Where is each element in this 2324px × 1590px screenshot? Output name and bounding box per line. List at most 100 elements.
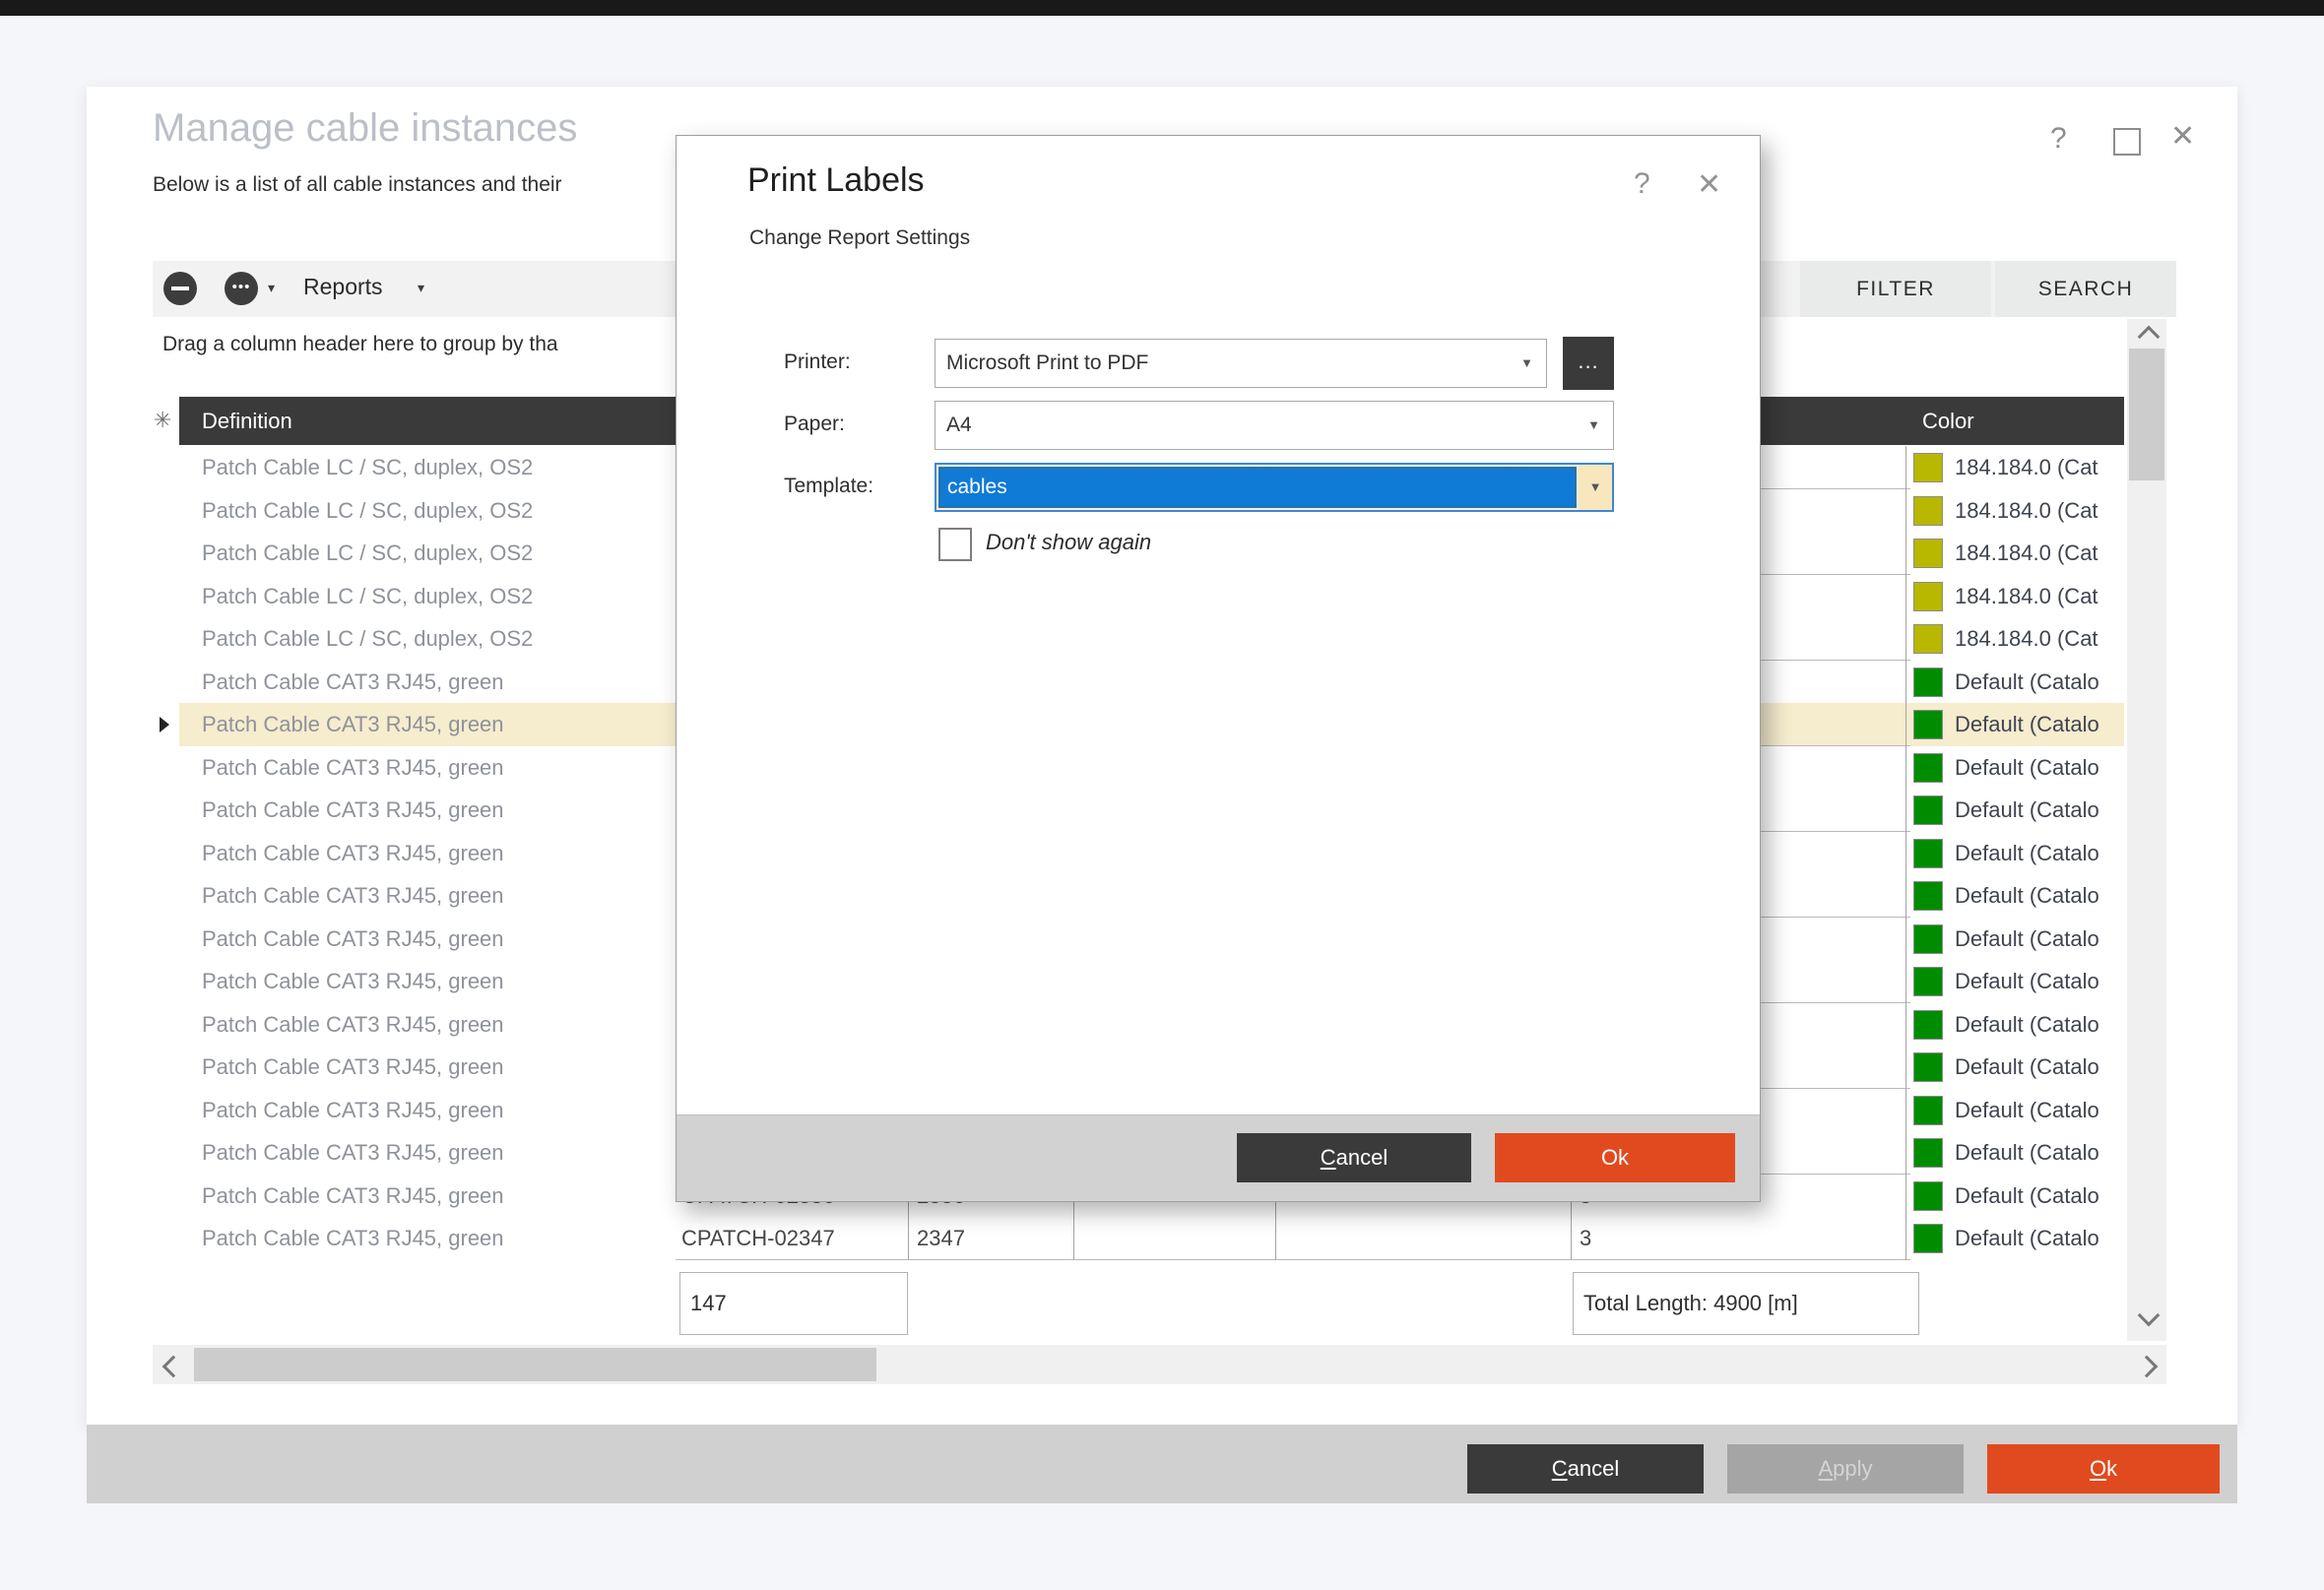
vertical-scroll-thumb[interactable] [2129,349,2164,480]
group-by-hint: Drag a column header here to group by th… [162,333,558,356]
grid-line [1905,446,1906,1260]
page-title: Manage cable instances [153,106,577,151]
color-cell: Default (Catalo [1955,703,2124,746]
definition-cell: Patch Cable CAT3 RJ45, green [202,1003,504,1047]
table-row[interactable]: Patch Cable CAT3 RJ45, green CPATCH-02347… [179,1217,2124,1260]
color-cell: Default (Catalo [1955,832,2124,875]
definition-column-header[interactable]: Definition [202,397,292,445]
color-swatch [1913,1010,1943,1040]
color-cell: 184.184.0 (Cat [1955,575,2124,618]
definition-cell: Patch Cable LC / SC, duplex, OS2 [202,446,533,489]
color-cell: Default (Catalo [1955,1131,2124,1175]
record-count-box: 147 [679,1272,908,1335]
template-value: cables [947,467,1007,508]
definition-cell: Patch Cable CAT3 RJ45, green [202,1089,504,1132]
dialog-ok-button[interactable]: Ok [1495,1133,1735,1182]
dont-show-again-label: Don't show again [986,530,1151,555]
chevron-down-icon[interactable]: ▼ [1579,465,1612,510]
definition-cell: Patch Cable CAT3 RJ45, green [202,661,504,704]
color-cell: 184.184.0 (Cat [1955,617,2124,661]
length-cell: 3 [1580,1217,1591,1260]
color-swatch [1913,496,1943,526]
selected-row-indicator-icon [160,717,169,732]
color-cell: Default (Catalo [1955,661,2124,704]
window-maximize-icon[interactable] [2113,128,2141,156]
color-swatch [1913,1224,1943,1253]
color-cell: Default (Catalo [1955,789,2124,832]
chevron-down-icon[interactable]: ▼ [1520,340,1533,387]
number-cell: 2347 [917,1217,965,1260]
horizontal-scroll-thumb[interactable] [194,1348,876,1381]
minus-icon [171,286,189,290]
color-cell: Default (Catalo [1955,874,2124,918]
template-label: Template: [784,475,873,498]
definition-cell: Patch Cable CAT3 RJ45, green [202,1217,504,1260]
ok-button[interactable]: Ok [1987,1444,2220,1494]
printer-label: Printer: [784,350,851,374]
definition-cell: Patch Cable LC / SC, duplex, OS2 [202,532,533,575]
color-cell: Default (Catalo [1955,1175,2124,1218]
remove-button[interactable] [163,272,197,305]
color-column-header[interactable]: Color [1922,397,1974,445]
screen: Manage cable instances Below is a list o… [0,0,2324,1590]
template-select[interactable]: cables ▼ [935,463,1614,512]
reports-menu[interactable]: Reports [303,274,383,300]
definition-cell: Patch Cable CAT3 RJ45, green [202,703,504,746]
window-close-icon[interactable]: ✕ [2170,122,2195,152]
definition-cell: Patch Cable LC / SC, duplex, OS2 [202,489,533,533]
definition-cell: Patch Cable LC / SC, duplex, OS2 [202,575,533,618]
printer-value: Microsoft Print to PDF [946,340,1148,387]
dialog-subtitle: Change Report Settings [749,226,970,250]
template-selection: cables [938,467,1577,508]
window-help-icon[interactable]: ? [2050,124,2067,154]
color-cell: Default (Catalo [1955,746,2124,790]
definition-cell: Patch Cable CAT3 RJ45, green [202,1175,504,1218]
ellipsis-icon: ••• [225,272,258,305]
color-swatch [1913,710,1943,739]
filter-button[interactable]: FILTER [1800,261,1991,317]
color-cell: 184.184.0 (Cat [1955,446,2124,489]
paper-value: A4 [946,402,972,449]
color-cell: 184.184.0 (Cat [1955,489,2124,533]
color-swatch [1913,1138,1943,1168]
apply-button[interactable]: Apply [1727,1444,1964,1494]
definition-cell: Patch Cable CAT3 RJ45, green [202,918,504,961]
dont-show-again-checkbox[interactable] [938,528,972,561]
definition-cell: Patch Cable CAT3 RJ45, green [202,746,504,790]
dialog-cancel-button[interactable]: Cancel [1237,1133,1471,1182]
definition-cell: Patch Cable CAT3 RJ45, green [202,1046,504,1089]
name-cell: CPATCH-02347 [681,1217,835,1260]
total-length-box: Total Length: 4900 [m] [1573,1272,1919,1335]
color-cell: Default (Catalo [1955,1217,2124,1260]
color-swatch [1913,839,1943,868]
browse-printer-button[interactable]: ... [1563,337,1614,390]
row-grid-line [676,1259,1910,1260]
color-cell: Default (Catalo [1955,1046,2124,1089]
color-cell: Default (Catalo [1955,960,2124,1003]
printer-select[interactable]: Microsoft Print to PDF ▼ [935,339,1547,388]
more-actions-caret-icon[interactable]: ▾ [268,280,275,296]
search-button[interactable]: SEARCH [1995,261,2176,317]
dialog-close-icon[interactable]: ✕ [1697,167,1721,202]
color-cell: 184.184.0 (Cat [1955,532,2124,575]
color-swatch [1913,624,1943,654]
cancel-button[interactable]: Cancel [1467,1444,1704,1494]
color-swatch [1913,753,1943,783]
row-indicator-header-icon: ✳ [154,408,171,433]
dialog-help-icon[interactable]: ? [1634,167,1650,201]
print-labels-dialog: Print Labels ? ✕ Change Report Settings … [676,135,1761,1202]
definition-cell: Patch Cable CAT3 RJ45, green [202,832,504,875]
more-actions-button[interactable]: ••• [225,272,258,305]
definition-cell: Patch Cable LC / SC, duplex, OS2 [202,617,533,661]
color-swatch [1913,967,1943,996]
color-cell: Default (Catalo [1955,1003,2124,1047]
color-swatch [1913,924,1943,954]
color-swatch [1913,1181,1943,1211]
chevron-down-icon[interactable]: ▼ [1587,402,1600,449]
reports-caret-icon[interactable]: ▾ [418,280,424,296]
definition-cell: Patch Cable CAT3 RJ45, green [202,960,504,1003]
top-bar [0,0,2324,16]
paper-select[interactable]: A4 ▼ [935,401,1614,450]
page-subtitle: Below is a list of all cable instances a… [153,173,562,197]
color-swatch [1913,582,1943,611]
